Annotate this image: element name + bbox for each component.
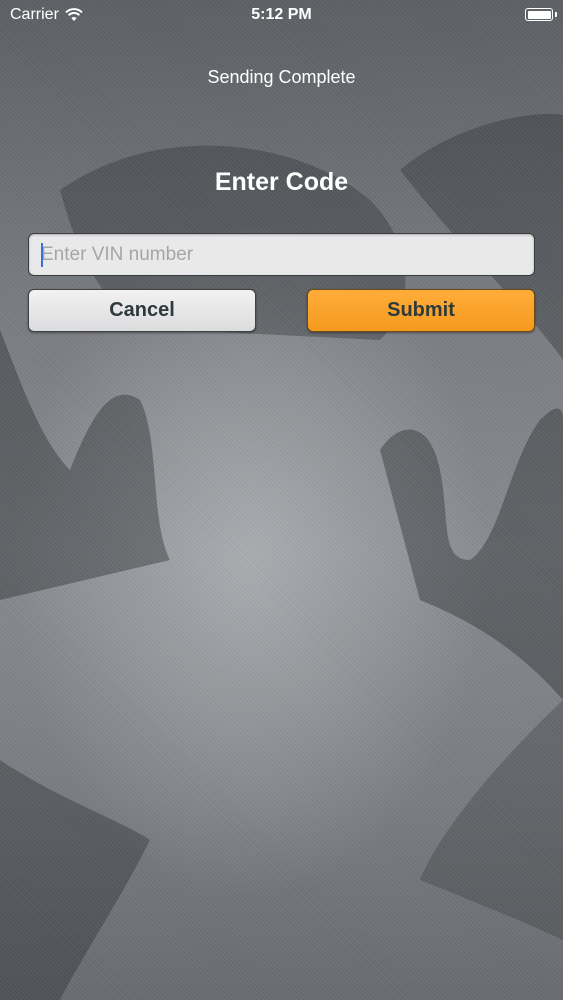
status-bar: Carrier 5:12 PM (0, 0, 563, 30)
submit-button[interactable]: Submit (307, 289, 535, 332)
battery-level (527, 10, 551, 19)
page-title: Enter Code (214, 168, 349, 196)
battery-tip (554, 12, 557, 17)
background-swoosh-art (0, 113, 563, 1000)
app-screen: Carrier 5:12 PM Sending Complete Enter C… (0, 0, 563, 1000)
status-time: 5:12 PM (251, 6, 312, 23)
battery-icon (525, 8, 557, 21)
sending-status-message: Sending Complete (207, 67, 356, 87)
text-cursor (41, 243, 43, 267)
vin-number-input[interactable] (28, 233, 535, 276)
cancel-button[interactable]: Cancel (28, 289, 256, 332)
